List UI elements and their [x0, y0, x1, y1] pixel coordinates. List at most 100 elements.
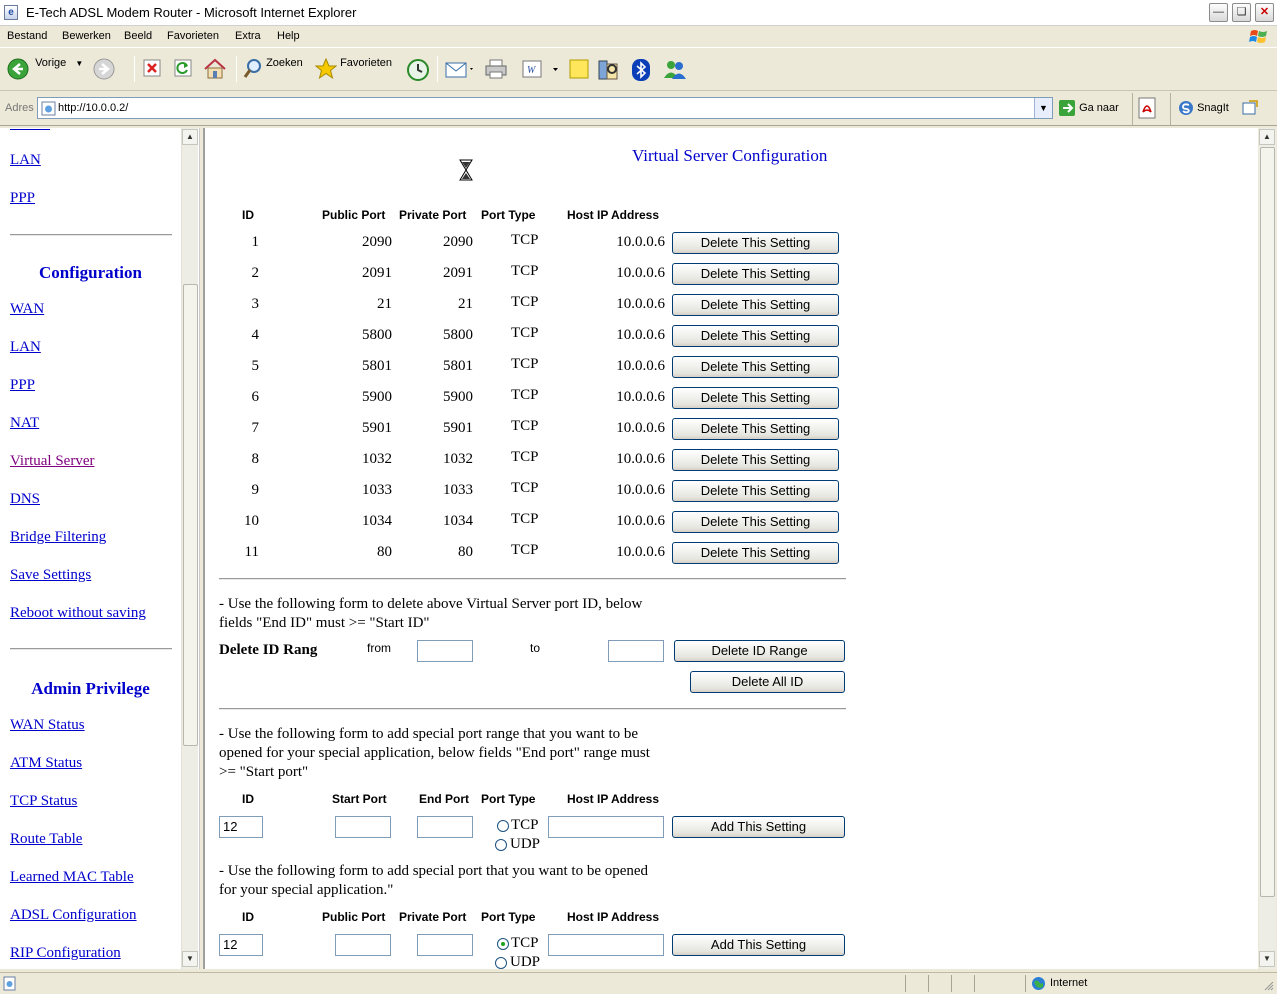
menu-bewerken[interactable]: Bewerken	[62, 30, 111, 42]
delete-setting-button[interactable]: Delete This Setting	[672, 356, 839, 378]
nav-link-tcp-status[interactable]: TCP Status	[10, 793, 77, 810]
row-id: 10	[244, 513, 259, 529]
delete-end-id-input[interactable]	[608, 640, 664, 662]
row-private-port: 1033	[443, 482, 473, 498]
menu-favorieten[interactable]: Favorieten	[167, 30, 219, 42]
delete-setting-button[interactable]: Delete This Setting	[672, 542, 839, 564]
capture-window-icon	[1242, 100, 1258, 115]
home-button[interactable]	[203, 58, 227, 83]
nav-scroll-thumb[interactable]	[183, 284, 198, 746]
delete-setting-button[interactable]: Delete This Setting	[672, 449, 839, 471]
mail-icon	[445, 62, 473, 78]
nav-link-ppp-top[interactable]: PPP	[10, 190, 35, 207]
menu-extra[interactable]: Extra	[235, 30, 261, 42]
delete-setting-button[interactable]: Delete This Setting	[672, 232, 839, 254]
messenger-button[interactable]	[662, 58, 688, 85]
delete-setting-button[interactable]: Delete This Setting	[672, 294, 839, 316]
range-tcp-radio[interactable]	[497, 820, 509, 832]
pdf-button[interactable]	[1136, 96, 1160, 123]
minimize-button[interactable]: —	[1209, 3, 1228, 22]
nav-link-dns[interactable]: DNS	[10, 491, 40, 508]
nav-link-ppp[interactable]: PPP	[10, 377, 35, 394]
back-dropdown-icon[interactable]: ▼	[75, 59, 83, 68]
history-button[interactable]	[406, 58, 430, 85]
nav-link-virtual-server[interactable]: Virtual Server	[10, 453, 95, 470]
nav-link-learned-mac-table[interactable]: Learned MAC Table	[10, 869, 134, 886]
nav-link-lan-top[interactable]: LAN	[10, 152, 41, 169]
range-id-input[interactable]: 12	[219, 816, 263, 838]
end-port-input[interactable]	[417, 816, 473, 838]
nav-link-reboot-without-saving[interactable]: Reboot without saving	[10, 605, 146, 622]
nav-link-route-table[interactable]: Route Table	[10, 831, 82, 848]
print-button[interactable]	[484, 58, 508, 83]
content-scroll-thumb[interactable]	[1260, 147, 1275, 897]
nav-link-wan-status[interactable]: WAN Status	[10, 717, 85, 734]
add-range-setting-button[interactable]: Add This Setting	[672, 816, 845, 838]
single-udp-radio[interactable]	[495, 957, 507, 969]
single-host-ip-input[interactable]	[548, 934, 664, 956]
close-button[interactable]: ✕	[1255, 3, 1274, 22]
mail-button[interactable]	[444, 58, 474, 83]
delete-all-id-button[interactable]: Delete All ID	[690, 671, 845, 693]
address-dropdown-icon[interactable]: ▼	[1034, 98, 1052, 118]
back-button[interactable]: Vorige ▼	[7, 57, 83, 80]
to-label: to	[530, 641, 541, 655]
content-scroll-up-icon[interactable]: ▲	[1259, 129, 1275, 145]
col-header-id: ID	[242, 208, 254, 222]
maximize-button[interactable]: ❏	[1232, 3, 1251, 22]
menu-help[interactable]: Help	[277, 30, 300, 42]
row-port-type: TCP	[511, 511, 539, 527]
refresh-button[interactable]	[173, 58, 193, 81]
row-port-type: TCP	[511, 232, 539, 248]
forward-button[interactable]	[93, 58, 115, 83]
nav-link-bridge-filtering[interactable]: Bridge Filtering	[10, 529, 106, 546]
nav-link-adsl-configuration[interactable]: ADSL Configuration	[10, 907, 137, 924]
private-port-input[interactable]	[417, 934, 473, 956]
menu-bestand[interactable]: Bestand	[7, 30, 47, 42]
nav-scrollbar[interactable]: ▲ ▼	[181, 128, 198, 969]
favorites-button[interactable]: Favorieten	[314, 57, 392, 80]
delete-setting-button[interactable]: Delete This Setting	[672, 480, 839, 502]
nav-scroll-down-icon[interactable]: ▼	[182, 951, 198, 967]
research-button[interactable]	[597, 58, 621, 85]
nav-link-nat[interactable]: NAT	[10, 415, 39, 432]
delete-start-id-input[interactable]	[417, 640, 473, 662]
nav-link-rip-configuration[interactable]: RIP Configuration	[10, 945, 121, 962]
note-button[interactable]	[568, 58, 590, 83]
go-button[interactable]: Ga naar	[1058, 99, 1119, 119]
bluetooth-button[interactable]	[631, 58, 651, 85]
snagit-edit-button[interactable]	[1241, 99, 1259, 120]
delete-setting-button[interactable]: Delete This Setting	[672, 511, 839, 533]
row-id: 6	[251, 389, 260, 405]
nav-link-wan[interactable]: WAN	[10, 301, 44, 318]
content-scrollbar[interactable]: ▲ ▼	[1259, 128, 1276, 969]
single-id-input[interactable]: 12	[219, 934, 263, 956]
add-port-setting-button[interactable]: Add This Setting	[672, 934, 845, 956]
search-button[interactable]: Zoeken	[243, 57, 303, 80]
add-range-note-2: opened for your special application, bel…	[219, 745, 650, 761]
range-host-ip-input[interactable]	[548, 816, 664, 838]
delete-setting-button[interactable]: Delete This Setting	[672, 325, 839, 347]
ie-app-icon[interactable]: e	[4, 5, 18, 20]
range-udp-radio[interactable]	[495, 839, 507, 851]
content-scroll-down-icon[interactable]: ▼	[1259, 951, 1275, 967]
nav-scroll-up-icon[interactable]: ▲	[182, 129, 198, 145]
nav-link-atm-status[interactable]: ATM Status	[10, 755, 82, 772]
row-id: 9	[251, 482, 260, 498]
delete-setting-button[interactable]: Delete This Setting	[672, 418, 839, 440]
menu-beeld[interactable]: Beeld	[124, 30, 152, 42]
single-tcp-radio[interactable]	[497, 938, 509, 950]
stop-button[interactable]	[142, 58, 162, 81]
public-port-input[interactable]	[335, 934, 391, 956]
stop-icon	[143, 59, 161, 77]
delete-setting-button[interactable]: Delete This Setting	[672, 387, 839, 409]
nav-link-lan[interactable]: LAN	[10, 339, 41, 356]
snagit-button[interactable]: SnagIt	[1178, 100, 1229, 116]
start-port-input[interactable]	[335, 816, 391, 838]
resize-grip-icon[interactable]	[1264, 981, 1274, 991]
nav-link-save-settings[interactable]: Save Settings	[10, 567, 91, 584]
address-input[interactable]: http://10.0.0.2/ ▼	[37, 97, 1053, 119]
delete-setting-button[interactable]: Delete This Setting	[672, 263, 839, 285]
edit-button[interactable]: W	[522, 58, 560, 83]
delete-id-range-button[interactable]: Delete ID Range	[674, 640, 845, 662]
